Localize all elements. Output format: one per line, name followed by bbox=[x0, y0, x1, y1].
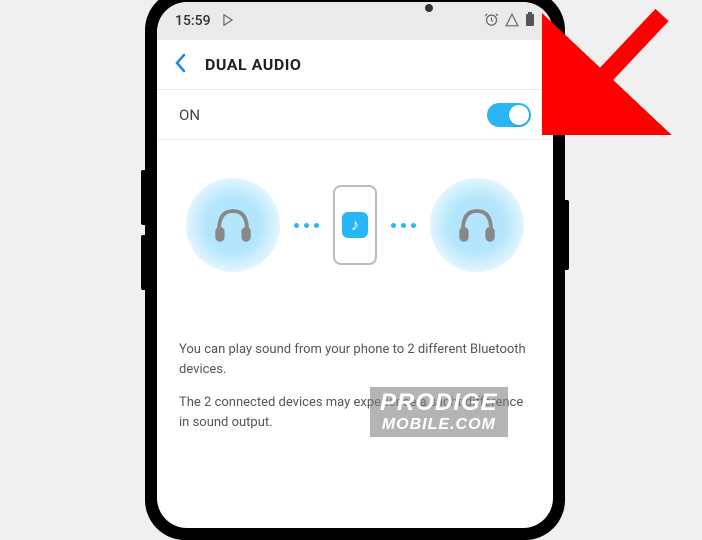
status-time: 15:59 bbox=[175, 13, 211, 29]
signal-icon bbox=[505, 12, 519, 31]
volume-down-button bbox=[141, 235, 145, 290]
toggle-label: ON bbox=[179, 106, 200, 124]
alarm-icon bbox=[484, 12, 499, 31]
headphone-right-icon bbox=[430, 178, 524, 272]
back-button[interactable] bbox=[175, 53, 187, 77]
watermark-line-2: MOBILE.COM bbox=[380, 416, 498, 434]
page-title: DUAL AUDIO bbox=[205, 55, 301, 74]
phone-screen: 15:59 DUAL AUDIO bbox=[157, 2, 553, 528]
status-bar: 15:59 bbox=[157, 2, 553, 40]
connection-dots-left bbox=[294, 223, 319, 228]
watermark: PRODIGE MOBILE.COM bbox=[370, 387, 508, 437]
phone-frame: 15:59 DUAL AUDIO bbox=[145, 0, 565, 540]
music-note-icon: ♪ bbox=[342, 212, 368, 238]
play-store-icon bbox=[221, 12, 235, 31]
illustration: ♪ bbox=[157, 140, 553, 310]
phone-illustration-icon: ♪ bbox=[333, 185, 377, 265]
dual-audio-toggle-row: ON bbox=[157, 90, 553, 140]
toggle-knob bbox=[509, 105, 529, 125]
headphone-left-icon bbox=[186, 178, 280, 272]
watermark-line-1: PRODIGE bbox=[380, 390, 498, 416]
phone-sensor bbox=[425, 4, 433, 12]
power-button bbox=[565, 200, 569, 270]
page-header: DUAL AUDIO bbox=[157, 40, 553, 90]
battery-icon bbox=[525, 12, 535, 31]
dual-audio-toggle[interactable] bbox=[487, 103, 531, 127]
description-line-1: You can play sound from your phone to 2 … bbox=[179, 340, 531, 379]
connection-dots-right bbox=[391, 223, 416, 228]
volume-up-button bbox=[141, 170, 145, 225]
